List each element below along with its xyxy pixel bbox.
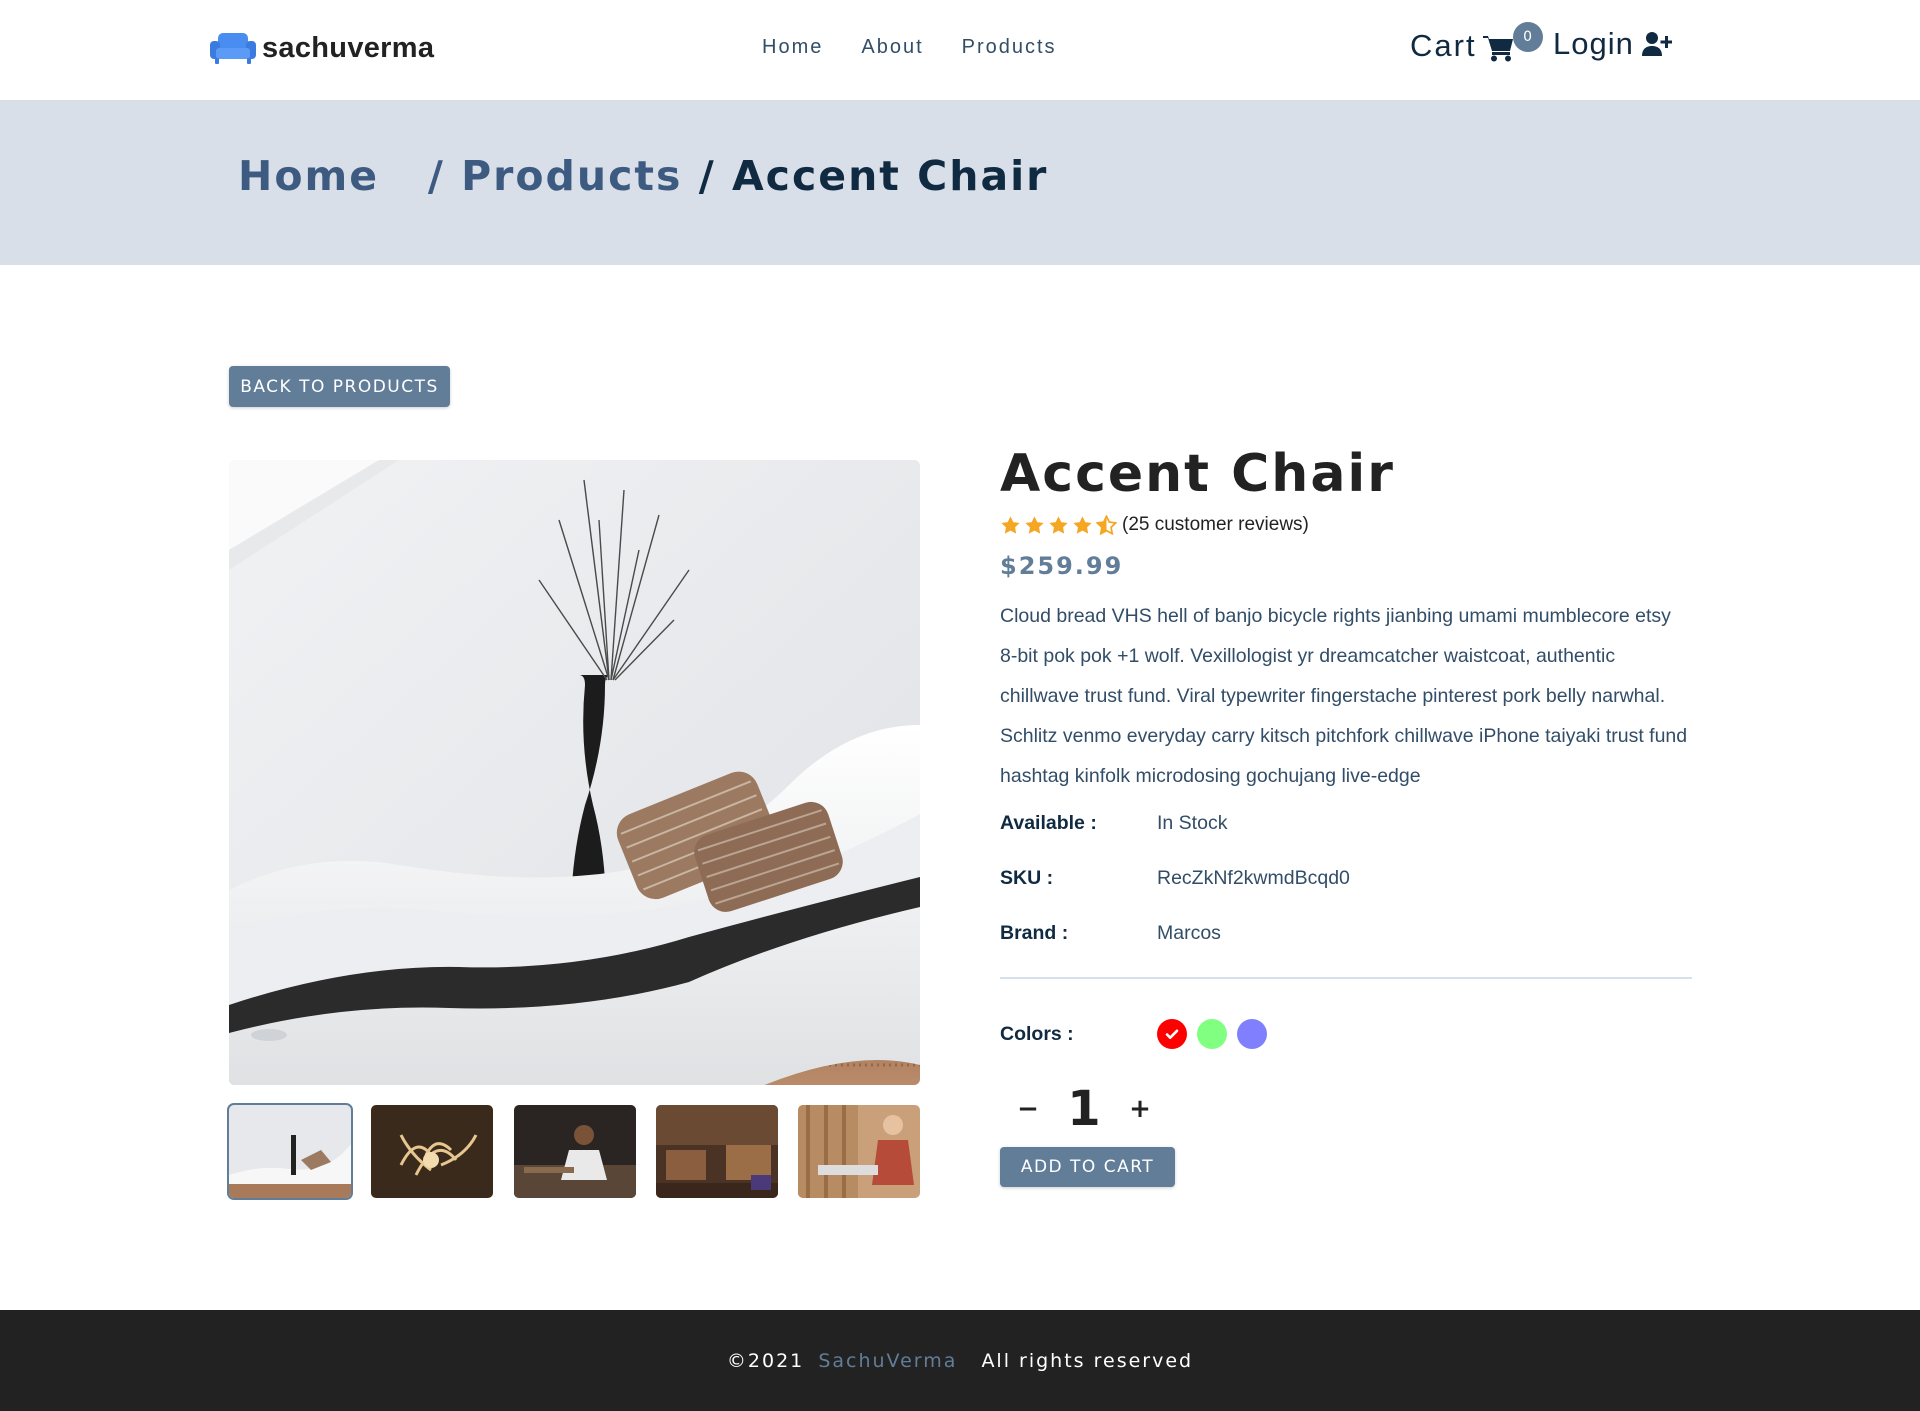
back-to-products-button[interactable]: BACK TO PRODUCTS xyxy=(229,366,450,407)
logo-text: sachuverma xyxy=(262,31,435,64)
meta-value: Marcos xyxy=(1157,922,1221,944)
thumbnail-woodworker-image xyxy=(513,1105,636,1198)
quantity-value: 1 xyxy=(1067,1081,1101,1137)
meta-value: In Stock xyxy=(1157,812,1228,834)
increase-quantity-button[interactable]: + xyxy=(1112,1081,1168,1137)
lounge-chair-image xyxy=(229,460,920,1085)
color-swatches xyxy=(1157,1019,1267,1049)
nav-links: Home About Products xyxy=(762,36,1057,59)
thumbnail-wood-shavings-image xyxy=(371,1105,494,1198)
thumbnail-3[interactable] xyxy=(513,1105,636,1198)
footer-brand: SachuVerma xyxy=(818,1349,958,1372)
star-half-icon xyxy=(1096,514,1117,535)
thumbnail-chair-image xyxy=(229,1105,351,1198)
meta-sku: SKU : RecZkNf2kwmdBcqd0 xyxy=(1000,851,1692,906)
cart-icon-wrap: 0 xyxy=(1482,22,1543,66)
product-price: $259.99 xyxy=(1000,552,1124,580)
thumbnail-workshop-image xyxy=(655,1105,778,1198)
footer-rights: All rights reserved xyxy=(981,1349,1194,1372)
meta-key: Available : xyxy=(1000,812,1097,834)
product-info: Accent Chair (25 customer reviews) $259.… xyxy=(1000,440,1692,1187)
star-full-icon xyxy=(1073,515,1092,534)
review-count: (25 customer reviews) xyxy=(1122,514,1309,535)
footer-copyright: ©2021 xyxy=(726,1349,805,1372)
meta-available: Available : In Stock xyxy=(1000,796,1692,851)
thumbnail-2[interactable] xyxy=(371,1105,494,1198)
main-product-image xyxy=(229,460,920,1085)
colors-row: Colors : xyxy=(1000,1019,1692,1049)
star-full-icon xyxy=(1025,515,1044,534)
user-plus-icon xyxy=(1641,32,1672,56)
colors-label: Colors : xyxy=(1000,1022,1074,1045)
logo[interactable]: sachuverma xyxy=(210,28,434,68)
thumbnail-5[interactable] xyxy=(798,1105,920,1198)
login-button[interactable]: Login xyxy=(1553,26,1672,62)
meta-key: Brand : xyxy=(1000,922,1069,944)
star-rating xyxy=(1000,514,1117,536)
star-full-icon xyxy=(1049,515,1068,534)
product-title: Accent Chair xyxy=(1000,444,1395,504)
cart-label: Cart xyxy=(1410,28,1477,63)
check-icon xyxy=(1165,1029,1179,1039)
color-swatch-red[interactable] xyxy=(1157,1019,1187,1049)
meta-key: SKU : xyxy=(1000,867,1054,889)
meta-brand: Brand : Marcos xyxy=(1000,906,1692,961)
shopping-cart-icon xyxy=(1482,36,1513,62)
cart-button[interactable]: Cart 0 xyxy=(1410,22,1543,66)
star-full-icon xyxy=(1001,515,1020,534)
footer: ©2021 SachuVerma All rights reserved xyxy=(0,1310,1920,1411)
sofa-logo-icon xyxy=(210,33,256,64)
footer-text: ©2021 SachuVerma All rights reserved xyxy=(727,1350,1193,1372)
thumbnail-gallery xyxy=(227,1103,920,1200)
thumbnail-craftsman-image xyxy=(798,1105,920,1198)
breadcrumb-separator: / xyxy=(427,152,445,200)
add-to-cart-button[interactable]: ADD TO CART xyxy=(1000,1147,1175,1187)
nav-link-products[interactable]: Products xyxy=(962,36,1057,59)
login-label: Login xyxy=(1553,26,1634,61)
breadcrumb-separator: / xyxy=(698,152,716,200)
breadcrumb-home[interactable]: Home xyxy=(238,152,379,200)
navbar: sachuverma Home About Products Cart 0 Lo… xyxy=(0,0,1920,100)
product-description: Cloud bread VHS hell of banjo bicycle ri… xyxy=(1000,605,1688,787)
nav-link-about[interactable]: About xyxy=(861,36,923,59)
color-swatch-green[interactable] xyxy=(1197,1019,1227,1049)
meta-value: RecZkNf2kwmdBcqd0 xyxy=(1157,867,1350,889)
breadcrumb-current: Accent Chair xyxy=(731,152,1049,200)
nav-link-home[interactable]: Home xyxy=(762,36,823,59)
rating-row: (25 customer reviews) xyxy=(1000,512,1692,538)
color-swatch-blue[interactable] xyxy=(1237,1019,1267,1049)
decrease-quantity-button[interactable]: − xyxy=(1000,1081,1056,1137)
page-hero: Home / Products / Accent Chair xyxy=(0,100,1920,265)
quantity-stepper: − 1 + xyxy=(1000,1081,1692,1137)
breadcrumb: Home / Products / Accent Chair xyxy=(238,152,1048,200)
breadcrumb-products[interactable]: Products xyxy=(461,152,682,200)
thumbnail-1[interactable] xyxy=(227,1103,353,1200)
cart-count-badge: 0 xyxy=(1512,22,1543,52)
thumbnail-4[interactable] xyxy=(655,1105,778,1198)
divider xyxy=(1000,977,1692,979)
